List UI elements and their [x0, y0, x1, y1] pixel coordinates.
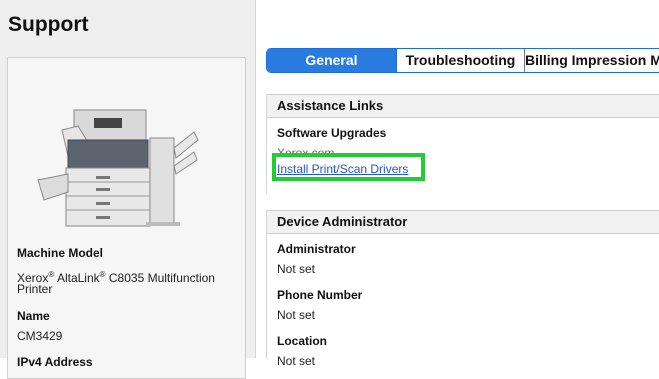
main-content: General Troubleshooting Billing Impressi…: [256, 0, 659, 368]
assistance-links-heading: Assistance Links: [267, 94, 659, 118]
machine-name-value: CM3429: [17, 329, 63, 343]
left-sidebar: Support Machine Model Xerox® AltaLink® C…: [0, 0, 256, 379]
device-administrator-panel: Device Administrator Administrator Not s…: [266, 210, 659, 368]
tab-bar: General Troubleshooting Billing Impressi…: [266, 48, 659, 73]
phone-number-label: Phone Number: [277, 288, 363, 302]
administrator-value: Not set: [277, 262, 316, 276]
ipv4-address-label: IPv4 Address: [17, 355, 93, 369]
tab-troubleshooting[interactable]: Troubleshooting: [397, 49, 525, 72]
machine-info-card: Machine Model Xerox® AltaLink® C8035 Mul…: [7, 57, 246, 379]
assistance-links-panel: Assistance Links Software Upgrades Xerox…: [266, 94, 659, 194]
printer-image: [37, 109, 199, 227]
page-title: Support: [8, 13, 89, 36]
tab-billing-impression-meters[interactable]: Billing Impression Meters: [525, 49, 659, 72]
administrator-label: Administrator: [277, 242, 356, 256]
phone-number-value: Not set: [277, 308, 316, 322]
machine-name-label: Name: [17, 309, 50, 323]
device-administrator-heading: Device Administrator: [267, 210, 659, 234]
location-value: Not set: [277, 354, 316, 368]
machine-model-label: Machine Model: [17, 246, 104, 260]
tab-general[interactable]: General: [267, 49, 397, 72]
software-upgrades-label: Software Upgrades: [277, 126, 387, 140]
machine-model-value-line2: Printer: [17, 282, 53, 296]
install-drivers-link[interactable]: Install Print/Scan Drivers: [277, 162, 408, 176]
location-label: Location: [277, 334, 327, 348]
